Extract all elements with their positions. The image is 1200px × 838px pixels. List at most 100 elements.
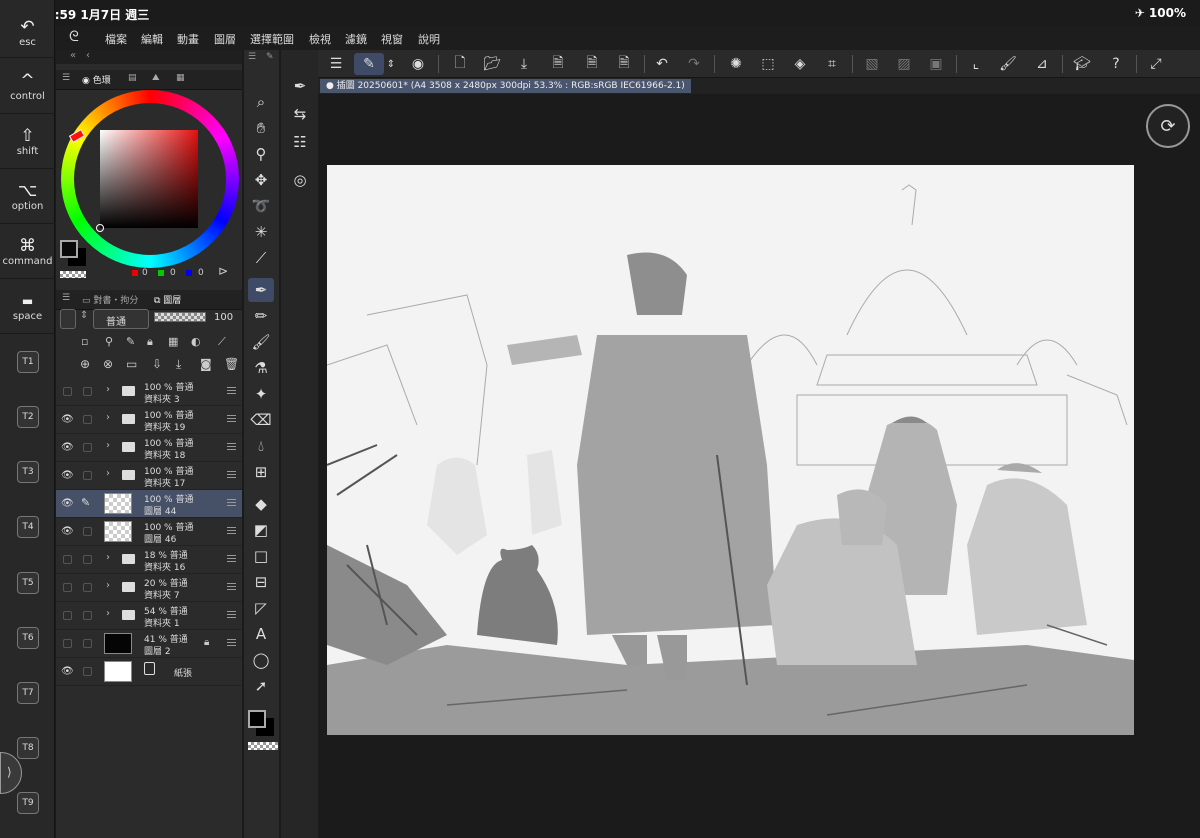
chevron-right-icon[interactable]: › <box>106 440 110 451</box>
menu-layer[interactable]: 圖層 <box>214 31 236 47</box>
menu-window[interactable]: 視窗 <box>381 31 403 47</box>
delete-layer-icon[interactable]: 🗑︎ <box>224 357 239 371</box>
blend-mode-select[interactable]: 普通 <box>93 309 149 329</box>
mask-enable-icon[interactable]: ◐ <box>191 335 201 348</box>
main-color-swatch[interactable] <box>248 710 266 728</box>
new-vector-layer-icon[interactable]: ⊗ <box>103 357 113 371</box>
command-key[interactable]: ⌘ command <box>0 225 55 279</box>
drag-handle-icon[interactable] <box>227 555 236 562</box>
play-circle-icon[interactable]: ⊳ <box>218 264 228 278</box>
transparent-color-swatch[interactable] <box>248 742 278 750</box>
menu-help[interactable]: 說明 <box>418 31 440 47</box>
tab-layers[interactable]: ⧉ 圖層 <box>154 293 181 306</box>
menu-icon[interactable]: ☰ <box>248 52 256 62</box>
new-raster-layer-icon[interactable]: ⊕ <box>80 357 90 371</box>
t1-key[interactable]: T1 <box>17 351 39 373</box>
double-chevron-left-icon[interactable]: « <box>70 50 76 61</box>
edit-mode-icon[interactable]: ✎ <box>354 53 384 75</box>
layer-row[interactable]: 👁︎ › 100 % 普通 資料夾 19 <box>56 406 242 434</box>
chevron-right-icon[interactable]: › <box>106 580 110 591</box>
opacity-slider[interactable] <box>154 312 206 322</box>
menu-edit[interactable]: 編輯 <box>141 31 163 47</box>
t9-key[interactable]: T9 <box>17 792 39 814</box>
tool-property-icon[interactable]: ⇆ <box>287 102 313 126</box>
tab-layer-property[interactable]: ▭ 對書・拘分 <box>82 293 138 306</box>
drag-handle-icon[interactable] <box>227 471 236 478</box>
ruler-icon[interactable]: ⟋ <box>218 335 226 349</box>
text-tool-icon[interactable]: A <box>248 622 274 646</box>
saturation-value-square[interactable] <box>100 130 198 228</box>
settings-sliders-icon[interactable]: ☷ <box>287 130 313 154</box>
layer-checkbox[interactable] <box>83 555 92 564</box>
layer-row[interactable]: 👁︎ › 100 % 普通 資料夾 18 <box>56 434 242 462</box>
save-icon[interactable]: ⤓ <box>512 53 536 75</box>
drag-handle-icon[interactable] <box>227 639 236 646</box>
layer-row[interactable]: › 18 % 普通 資料夾 16 <box>56 546 242 574</box>
visibility-toggle[interactable] <box>63 611 72 620</box>
perspective-snap-icon[interactable]: ⊿ <box>1030 53 1054 75</box>
t7-key[interactable]: T7 <box>17 682 39 704</box>
t5-key[interactable]: T5 <box>17 572 39 594</box>
visibility-toggle[interactable] <box>63 583 72 592</box>
menu-icon[interactable]: ☰ <box>62 73 70 83</box>
layer-row[interactable]: 👁︎ 100 % 普通 圖層 46 <box>56 518 242 546</box>
main-color-swatch[interactable] <box>60 240 78 258</box>
layer-checkbox[interactable] <box>83 443 92 452</box>
merge-down-icon[interactable]: ⤓ <box>176 357 181 372</box>
layer-mask-icon[interactable]: ◙ <box>200 357 212 371</box>
new-file-icon[interactable]: 🗋︎ <box>448 53 472 75</box>
eye-icon[interactable]: 👁︎ <box>61 470 74 481</box>
loading-spinner-icon[interactable]: ✺ <box>724 53 748 75</box>
brush-tool-icon[interactable]: 🖌︎ <box>248 330 274 354</box>
app-logo-icon[interactable]: ᘓ <box>69 29 79 45</box>
pen-tool-icon[interactable]: ✒ <box>248 278 274 302</box>
drag-handle-icon[interactable] <box>227 499 236 506</box>
layer-checkbox[interactable] <box>83 471 92 480</box>
undo-icon[interactable]: ↶ <box>650 53 674 75</box>
menu-selection[interactable]: 選擇範圍 <box>250 31 294 47</box>
figure-tool-icon[interactable]: ⊞ <box>248 460 274 484</box>
export-psd-icon[interactable]: 🗎︎ <box>612 53 636 75</box>
reference-layer-icon[interactable]: ⚲ <box>105 335 113 348</box>
chevron-right-icon[interactable]: › <box>106 552 110 563</box>
tab-color-set[interactable]: ⛰ <box>152 73 160 83</box>
eyedropper-icon[interactable]: ⟋ <box>248 246 274 270</box>
brush-tab-icon[interactable]: ✎ <box>266 52 274 62</box>
object-tool-icon[interactable]: ⚲ <box>248 142 274 166</box>
eye-icon[interactable]: 👁︎ <box>61 666 74 677</box>
rotate-canvas-icon[interactable]: ⟳ <box>1146 104 1190 148</box>
layer-row[interactable]: › 20 % 普通 資料夾 7 <box>56 574 242 602</box>
tab-color-wheel[interactable]: ◉ 色環 <box>82 73 111 86</box>
draft-layer-icon[interactable]: ✎ <box>126 335 135 348</box>
t6-key[interactable]: T6 <box>17 627 39 649</box>
sub-tool-pen-icon[interactable]: ✒ <box>287 74 313 98</box>
document-tab[interactable]: ● 插圖 20250601* (A4 3508 x 2480px 300dpi … <box>320 79 691 93</box>
hamburger-icon[interactable]: ☰ <box>324 53 348 75</box>
magic-wand-icon[interactable]: ✳ <box>248 220 274 244</box>
layer-row-selected[interactable]: 👁︎ ✎ 100 % 普通 圖層 44 <box>56 490 242 518</box>
layer-checkbox[interactable] <box>83 387 92 396</box>
drag-handle-icon[interactable] <box>227 527 236 534</box>
chevron-right-icon[interactable]: › <box>106 384 110 395</box>
visibility-toggle[interactable] <box>63 387 72 396</box>
new-folder-icon[interactable]: ▭ <box>126 357 137 371</box>
gradient-tool-icon[interactable]: ◩ <box>248 518 274 542</box>
ruler-snap-icon[interactable]: ⌞ <box>964 53 988 75</box>
layer-checkbox[interactable] <box>83 527 92 536</box>
fill-bucket-icon[interactable]: ◈ <box>788 53 812 75</box>
eye-icon[interactable]: 👁︎ <box>61 498 74 509</box>
layer-row[interactable]: 41 % 普通 圖層 2 🔒︎ <box>56 630 242 658</box>
fill-tool-icon[interactable]: ◆ <box>248 492 274 516</box>
pencil-tool-icon[interactable]: ✏︎ <box>248 304 274 328</box>
t2-key[interactable]: T2 <box>17 406 39 428</box>
layer-property-toggle[interactable] <box>60 309 76 329</box>
layer-checkbox[interactable] <box>83 583 92 592</box>
chevron-right-icon[interactable]: › <box>106 412 110 423</box>
chevron-right-icon[interactable]: › <box>106 468 110 479</box>
rectangle-tool-icon[interactable]: □ <box>248 544 274 568</box>
hand-tool-icon[interactable]: ✋︎ <box>248 116 274 140</box>
open-folder-icon[interactable]: 📂︎ <box>480 53 504 75</box>
layer-checkbox[interactable] <box>83 667 92 676</box>
space-key[interactable]: ▬ space <box>0 280 55 334</box>
visibility-toggle[interactable] <box>63 555 72 564</box>
